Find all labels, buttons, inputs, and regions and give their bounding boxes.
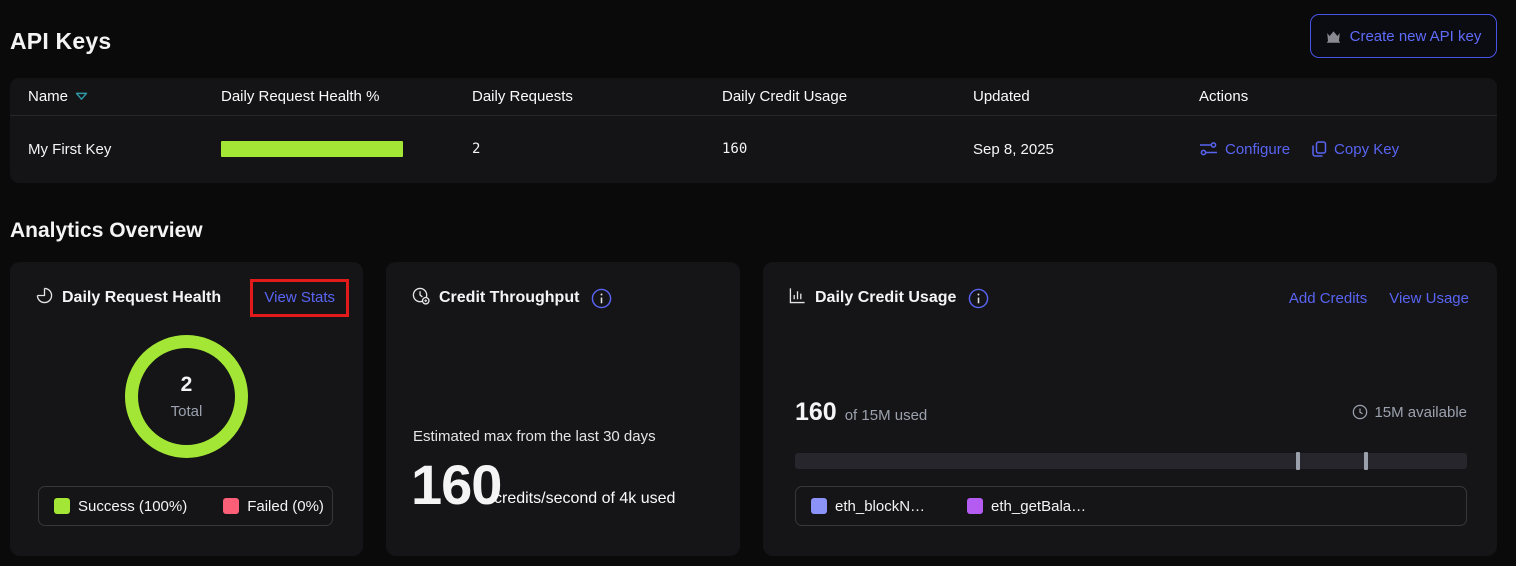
usage-links: Add Credits View Usage [1289,290,1483,307]
column-header-actions: Actions [1199,88,1497,105]
available-indicator: 15M available [1352,404,1467,421]
column-header-updated: Updated [973,88,1199,105]
api-keys-table: Name Daily Request Health % Daily Reques… [10,78,1497,183]
success-label: Success (100%) [78,498,187,515]
throughput-subtitle: Estimated max from the last 30 days [413,428,656,445]
column-header-name[interactable]: Name [10,88,221,105]
throughput-unit: credits/second of 4k used [494,490,675,508]
table-header-row: Name Daily Request Health % Daily Reques… [10,78,1497,116]
column-header-health: Daily Request Health % [221,88,472,105]
usage-value: 160 [795,398,837,427]
credit-usage-progress-bar [795,453,1467,469]
copy-key-link[interactable]: Copy Key [1312,141,1399,158]
create-api-key-label: Create new API key [1350,28,1482,45]
usage-legend: eth_blockN… eth_getBala… [795,486,1467,526]
usage-summary-row: 160 of 15M used 15M available [795,398,1467,427]
table-row: My First Key 2 160 Sep 8, 2025 Configure… [10,116,1497,182]
view-stats-link[interactable]: View Stats [264,289,335,306]
health-donut-chart: 2 Total [125,335,248,458]
progress-marker [1364,452,1368,470]
credit-throughput-title: Credit Throughput [439,289,579,307]
key-health-cell [221,141,472,157]
legend-item-success: Success (100%) [54,498,187,515]
donut-total-label: Total [171,403,203,420]
annotation-highlight-box: View Stats [250,279,349,317]
legend-item-failed: Failed (0%) [223,498,324,515]
crown-icon [1326,30,1341,43]
column-header-credit-usage: Daily Credit Usage [722,88,973,105]
page-title: API Keys [10,28,111,55]
configure-link[interactable]: Configure [1199,141,1290,158]
progress-marker [1296,452,1300,470]
success-swatch [54,498,70,514]
available-label: 15M available [1374,404,1467,421]
daily-credit-usage-cell: 160 [722,141,973,157]
key-name-cell: My First Key [10,141,221,158]
add-credits-link[interactable]: Add Credits [1289,290,1367,307]
failed-swatch [223,498,239,514]
eth-blocknumber-label: eth_blockN… [835,498,925,515]
create-api-key-button[interactable]: Create new API key [1310,14,1497,58]
daily-request-health-card: Daily Request Health View Stats 2 Total … [10,262,363,556]
throughput-value: 160 [411,452,501,517]
daily-requests-cell: 2 [472,141,722,157]
sliders-icon [1199,142,1218,156]
legend-item-eth-blocknumber: eth_blockN… [811,498,925,515]
bar-chart-icon [789,287,806,309]
donut-total-value: 2 [181,373,193,397]
health-donut-wrap: 2 Total [10,335,363,458]
updated-cell: Sep 8, 2025 [973,141,1199,158]
daily-request-health-header: Daily Request Health View Stats [10,276,363,320]
daily-credit-usage-header: Daily Credit Usage Add Credits View Usag… [763,276,1497,320]
eth-getbalance-label: eth_getBala… [991,498,1086,515]
info-icon[interactable] [591,288,612,309]
daily-credit-usage-card: Daily Credit Usage Add Credits View Usag… [763,262,1497,556]
legend-item-eth-getbalance: eth_getBala… [967,498,1086,515]
column-header-name-label: Name [28,88,68,105]
analytics-overview-title: Analytics Overview [10,219,203,243]
clock-icon [1352,404,1368,420]
copy-key-label: Copy Key [1334,141,1399,158]
view-usage-link[interactable]: View Usage [1389,290,1469,307]
sort-icon[interactable] [75,92,88,101]
api-keys-header: API Keys Create new API key [0,0,1516,62]
copy-icon [1312,141,1327,157]
daily-credit-usage-title: Daily Credit Usage [815,289,956,307]
eth-blocknumber-swatch [811,498,827,514]
failed-label: Failed (0%) [247,498,324,515]
column-header-requests: Daily Requests [472,88,722,105]
daily-request-health-title: Daily Request Health [62,289,221,307]
info-icon[interactable] [968,288,989,309]
health-legend: Success (100%) Failed (0%) [38,486,333,526]
dashboard-page: API Keys Create new API key Name Daily R… [0,0,1516,566]
analytics-cards: Daily Request Health View Stats 2 Total … [10,262,1497,556]
credit-throughput-card: Credit Throughput Estimated max from the… [386,262,740,556]
credit-throughput-header: Credit Throughput [386,276,740,320]
pie-chart-icon [36,287,53,309]
eth-getbalance-swatch [967,498,983,514]
actions-cell: Configure Copy Key [1199,141,1497,158]
throughput-gauge-icon [412,287,430,310]
configure-label: Configure [1225,141,1290,158]
health-bar [221,141,403,157]
usage-of-total-label: of 15M used [845,407,928,424]
